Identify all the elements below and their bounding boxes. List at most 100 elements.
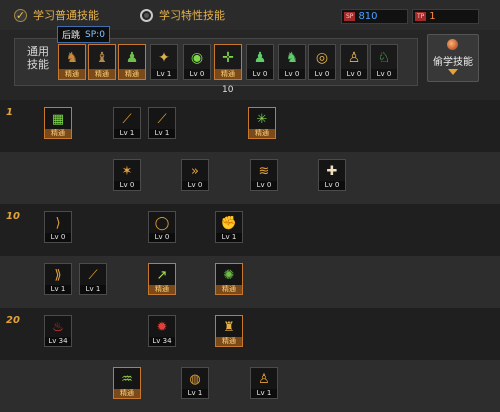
target-icon: ◉	[190, 50, 204, 66]
tree-level-label: 1	[6, 107, 13, 118]
skill-slot[interactable]: ✚ Lv 0	[318, 159, 346, 191]
skill-slot[interactable]: ↗ 精通	[148, 263, 176, 295]
wings-icon: ✦	[158, 50, 170, 66]
tp-points-display: TP 1	[412, 9, 479, 24]
tooltip-sp-cost: SP:0	[85, 29, 105, 40]
tooltip-skill-name: 后跳	[62, 31, 81, 41]
streak-icon: ⟋	[88, 267, 98, 283]
skill-slot[interactable]: ⟋ Lv 1	[113, 107, 141, 139]
skill-level-label: Lv 1	[45, 285, 71, 294]
net-icon: ✺	[223, 267, 235, 283]
slash-icon: ⟋	[122, 111, 132, 127]
dash-icon: ♞	[285, 50, 299, 66]
skill-level-label: 精通	[45, 129, 71, 138]
skill-slot[interactable]: ▦ 精通	[44, 107, 72, 139]
skill-slot[interactable]: ♙ Lv 0	[340, 44, 368, 80]
skill-slot[interactable]: ♟ Lv 0	[246, 44, 274, 80]
skill-tree-row: ♒ 精通 ◍ Lv 1 ♙ Lv 1	[0, 360, 500, 412]
skill-level-label: Lv 0	[247, 69, 273, 79]
arena-icon: ▦	[51, 111, 65, 127]
skill-slot[interactable]: ♞ Lv 0	[278, 44, 306, 80]
common-label-text: 通用 技能	[27, 45, 49, 71]
dropdown-arrow-icon	[448, 69, 458, 75]
radio-learn-special-skills[interactable]: 学习特性技能	[140, 7, 225, 23]
steal-skill-label: 偷学技能	[433, 57, 473, 68]
spark-icon: ✳	[256, 111, 268, 127]
skill-level-label: Lv 0	[182, 181, 208, 190]
orbit-icon: ◍	[189, 371, 201, 387]
runner-icon: ♟	[253, 50, 267, 66]
skill-slot[interactable]: ≋ Lv 0	[250, 159, 278, 191]
skill-slot[interactable]: ✺ 精通	[215, 263, 243, 295]
skill-level-label: Lv 1	[182, 389, 208, 398]
skill-level-label: Lv 1	[80, 285, 106, 294]
steal-skill-button[interactable]: 偷学技能	[427, 34, 479, 82]
common-skill-count: 10	[222, 85, 234, 95]
skill-tree-row: ⟫ Lv 1 ⟋ Lv 1 ↗ 精通 ✺ 精通	[0, 256, 500, 308]
skill-level-label: Lv 1	[114, 129, 140, 138]
skill-slot[interactable]: ♘ Lv 0	[370, 44, 398, 80]
bell-icon: ♜	[223, 319, 235, 335]
skill-slot[interactable]: ◎ Lv 0	[308, 44, 336, 80]
skill-tree-row: 1 ▦ 精通 ⟋ Lv 1 ⟋ Lv 1 ✳ 精通	[0, 100, 500, 152]
crosshair-icon: ✛	[222, 50, 234, 66]
skill-tree-row: 20 ♨ Lv 34 ✹ Lv 34 ♜ 精通	[0, 308, 500, 360]
skill-level-label: Lv 1	[149, 129, 175, 138]
vortex-icon: ✹	[156, 319, 168, 335]
combo-icon: ⟫	[54, 267, 62, 283]
skill-slot[interactable]: ◉ Lv 0	[183, 44, 211, 80]
skill-level-label: 精通	[216, 337, 242, 346]
burst-icon: ✶	[121, 163, 133, 179]
skill-level-label: 精通	[249, 129, 275, 138]
skill-slot[interactable]: ♒ 精通	[113, 367, 141, 399]
figure-icon: ♙	[347, 50, 361, 66]
skill-slot[interactable]: ✦ Lv 1	[150, 44, 178, 80]
ring-icon: ◯	[154, 215, 170, 231]
skill-tree: 1 ▦ 精通 ⟋ Lv 1 ⟋ Lv 1 ✳ 精通 ✶ Lv 0 » Lv 0 ≋ Lv 0 ✚ Lv 0 10 ⟩…	[0, 100, 500, 412]
tp-tag: TP	[415, 12, 427, 21]
skill-tree-row: 10 ⟩ Lv 0 ◯ Lv 0 ✊ Lv 1	[0, 204, 500, 256]
fist-icon: ✊	[220, 215, 238, 231]
skill-slot[interactable]: ♜ 精通	[215, 315, 243, 347]
skill-slot[interactable]: ♞ 精通	[58, 44, 86, 80]
tree-level-label: 20	[6, 315, 20, 326]
skill-slot[interactable]: ✹ Lv 34	[148, 315, 176, 347]
skill-slot[interactable]: ✊ Lv 1	[215, 211, 243, 243]
radio-learn-normal-skills[interactable]: ✓ 学习普通技能	[14, 7, 99, 23]
skill-slot[interactable]: ✶ Lv 0	[113, 159, 141, 191]
skill-level-label: 精通	[119, 69, 145, 79]
skill-level-label: Lv 34	[45, 337, 71, 346]
checkmark-icon: ✓	[14, 8, 27, 22]
skill-slot[interactable]: ♙ Lv 1	[250, 367, 278, 399]
skill-slot[interactable]: ♨ Lv 34	[44, 315, 72, 347]
skill-slot[interactable]: ⟫ Lv 1	[44, 263, 72, 295]
skill-slot[interactable]: » Lv 0	[181, 159, 209, 191]
skill-slot[interactable]: ✳ 精通	[248, 107, 276, 139]
skill-slot[interactable]: ◍ Lv 1	[181, 367, 209, 399]
sp-points-display: SP 810	[341, 9, 408, 24]
skill-slot[interactable]: ♟ 精通	[118, 44, 146, 80]
skill-level-label: 精通	[215, 69, 241, 79]
skill-level-label: Lv 0	[184, 69, 210, 79]
skill-slot[interactable]: ⟋ Lv 1	[79, 263, 107, 295]
skill-slot[interactable]: ♝ 精通	[88, 44, 116, 80]
skill-level-label: 精通	[149, 285, 175, 294]
skill-level-label: 精通	[89, 69, 115, 79]
skill-slot[interactable]: ⟩ Lv 0	[44, 211, 72, 243]
skill-slot[interactable]: ⟋ Lv 1	[148, 107, 176, 139]
uppercut-icon: ↗	[156, 267, 168, 283]
kick-icon: ♟	[125, 50, 139, 66]
skill-slot[interactable]: ✛ 精通	[214, 44, 242, 80]
sp-value: 810	[358, 11, 378, 22]
skill-slot[interactable]: ◯ Lv 0	[148, 211, 176, 243]
skill-level-label: Lv 0	[114, 181, 140, 190]
skill-level-label: Lv 34	[149, 337, 175, 346]
skill-level-label: 精通	[59, 69, 85, 79]
skill-level-label: Lv 0	[45, 233, 71, 242]
skill-level-label: Lv 0	[279, 69, 305, 79]
common-skills-panel: 通用 技能 ♞ 精通 ♝ 精通 ♟ 精通 ✦ Lv 1 ◉ Lv 0 ✛ 精通 ♟ Lv 0 ♞ Lv 0 ◎ L…	[14, 38, 418, 86]
skill-level-label: Lv 1	[216, 233, 242, 242]
skill-tree-row: ✶ Lv 0 » Lv 0 ≋ Lv 0 ✚ Lv 0	[0, 152, 500, 204]
flame-icon: ♨	[52, 319, 64, 335]
skill-level-label: Lv 0	[319, 181, 345, 190]
